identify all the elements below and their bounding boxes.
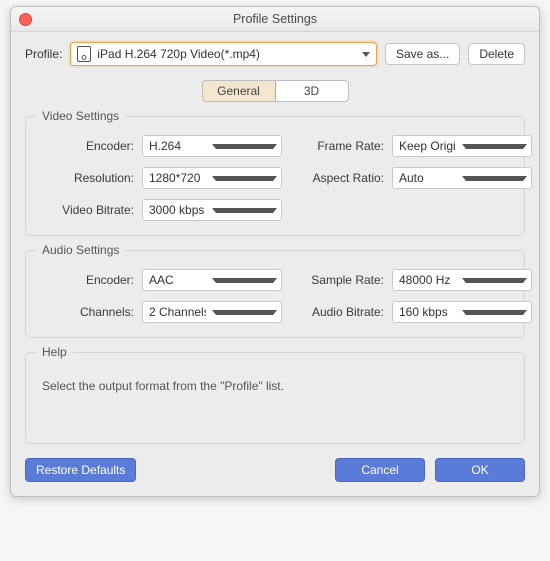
frame-rate-label: Frame Rate:	[290, 139, 384, 153]
title-bar: Profile Settings	[11, 7, 539, 32]
chevron-down-icon	[462, 278, 527, 283]
resolution-label: Resolution:	[38, 171, 134, 185]
restore-defaults-button[interactable]: Restore Defaults	[25, 458, 136, 482]
save-as-button[interactable]: Save as...	[385, 43, 460, 65]
aspect-ratio-select[interactable]: Auto	[392, 167, 532, 189]
cancel-button[interactable]: Cancel	[335, 458, 425, 482]
sample-rate-label: Sample Rate:	[290, 273, 384, 287]
chevron-down-icon	[212, 310, 277, 315]
channels-label: Channels:	[38, 305, 134, 319]
footer: Restore Defaults Cancel OK	[25, 458, 525, 482]
profile-row: Profile: iPad H.264 720p Video(*.mp4) Sa…	[25, 42, 525, 66]
tab-general[interactable]: General	[202, 80, 276, 102]
chevron-down-icon	[212, 208, 277, 213]
video-group-title: Video Settings	[36, 109, 125, 123]
profile-select[interactable]: iPad H.264 720p Video(*.mp4)	[70, 42, 377, 66]
chevron-down-icon	[462, 144, 527, 149]
video-bitrate-value: 3000 kbps	[149, 203, 206, 217]
audio-bitrate-label: Audio Bitrate:	[290, 305, 384, 319]
resolution-value: 1280*720	[149, 171, 206, 185]
audio-encoder-label: Encoder:	[38, 273, 134, 287]
video-settings-group: Video Settings Encoder: H.264 Frame Rate…	[25, 116, 525, 236]
frame-rate-value: Keep Original	[399, 139, 456, 153]
chevron-down-icon	[212, 278, 277, 283]
aspect-ratio-label: Aspect Ratio:	[290, 171, 384, 185]
audio-bitrate-value: 160 kbps	[399, 305, 456, 319]
window-title: Profile Settings	[233, 12, 317, 26]
chevron-down-icon	[212, 144, 277, 149]
chevron-down-icon	[362, 52, 370, 57]
video-bitrate-select[interactable]: 3000 kbps	[142, 199, 282, 221]
profile-settings-window: Profile Settings Profile: iPad H.264 720…	[10, 6, 540, 497]
resolution-select[interactable]: 1280*720	[142, 167, 282, 189]
channels-value: 2 Channels Stereo	[149, 305, 206, 319]
chevron-down-icon	[212, 176, 277, 181]
chevron-down-icon	[462, 310, 527, 315]
help-group: Help Select the output format from the "…	[25, 352, 525, 444]
tab-3d[interactable]: 3D	[275, 81, 348, 101]
dialog-body: Profile: iPad H.264 720p Video(*.mp4) Sa…	[11, 32, 539, 496]
sample-rate-select[interactable]: 48000 Hz	[392, 269, 532, 291]
close-icon[interactable]	[19, 13, 32, 26]
profile-label: Profile:	[25, 47, 62, 61]
segmented-control: General 3D	[202, 80, 349, 102]
aspect-ratio-value: Auto	[399, 171, 456, 185]
video-encoder-value: H.264	[149, 139, 206, 153]
chevron-down-icon	[462, 176, 527, 181]
frame-rate-select[interactable]: Keep Original	[392, 135, 532, 157]
sample-rate-value: 48000 Hz	[399, 273, 456, 287]
video-encoder-label: Encoder:	[38, 139, 134, 153]
tab-bar: General 3D	[25, 80, 525, 102]
audio-bitrate-select[interactable]: 160 kbps	[392, 301, 532, 323]
profile-selected-text: iPad H.264 720p Video(*.mp4)	[97, 47, 356, 61]
video-encoder-select[interactable]: H.264	[142, 135, 282, 157]
help-text: Select the output format from the "Profi…	[42, 379, 508, 393]
video-bitrate-label: Video Bitrate:	[38, 203, 134, 217]
audio-encoder-select[interactable]: AAC	[142, 269, 282, 291]
ipad-icon	[77, 46, 91, 62]
audio-group-title: Audio Settings	[36, 243, 125, 257]
audio-settings-group: Audio Settings Encoder: AAC Sample Rate:…	[25, 250, 525, 338]
delete-button[interactable]: Delete	[468, 43, 525, 65]
help-title: Help	[36, 345, 73, 359]
audio-encoder-value: AAC	[149, 273, 206, 287]
ok-button[interactable]: OK	[435, 458, 525, 482]
channels-select[interactable]: 2 Channels Stereo	[142, 301, 282, 323]
